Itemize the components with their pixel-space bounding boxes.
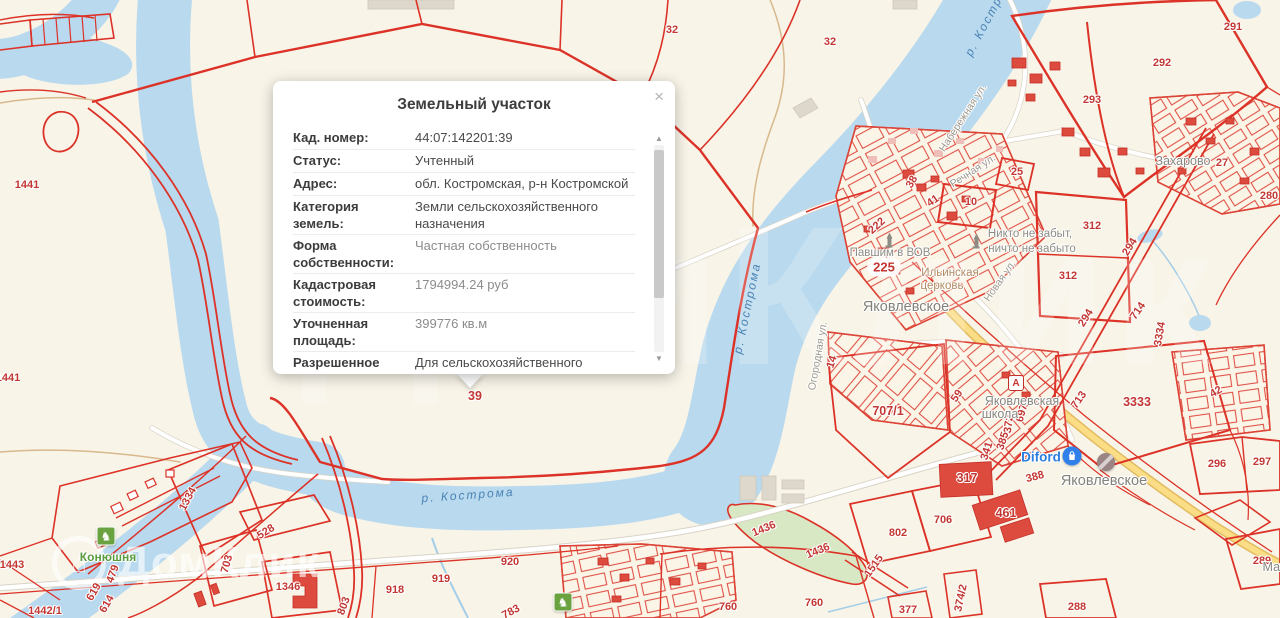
popup-row: Категория земель: Земли сельскохозяйствен…	[293, 196, 635, 235]
scrollbar-track[interactable]	[654, 145, 664, 352]
scroll-up-icon[interactable]: ▲	[653, 133, 665, 144]
field-label: Уточненная площадь:	[293, 316, 369, 348]
field-value: 399776 кв.м	[415, 316, 488, 331]
popup-row: Адрес: обл. Костромская, р-н Костромской	[293, 173, 635, 196]
parcel-info-popup: × Земельный участок Кад. номер: 44:07:142…	[273, 81, 675, 374]
popup-tail	[456, 373, 484, 388]
popup-row: Статус: Учтенный	[293, 150, 635, 173]
cadastral-map-app: ДомКлик ⌂ ДомКлик 3232291292293144114413…	[0, 0, 1280, 618]
popup-row: Форма собственности: Частная собственност…	[293, 235, 635, 274]
popup-row: Разрешенное использование: Для сельскохоз…	[293, 352, 635, 374]
popup-title: Земельный участок	[397, 96, 551, 113]
field-label: Категория земель:	[293, 199, 359, 231]
popup-row: Кадастровая стоимость: 1794994.24 руб	[293, 274, 635, 313]
scroll-down-icon[interactable]: ▼	[653, 353, 665, 364]
field-value: Земли сельскохозяйственного назначения	[415, 199, 598, 231]
field-value: Учтенный	[415, 153, 475, 168]
field-value: 1794994.24 руб	[415, 277, 509, 292]
field-label: Кадастровая стоимость:	[293, 277, 376, 309]
field-label: Разрешенное использование:	[293, 355, 396, 374]
scrollbar-thumb[interactable]	[654, 150, 664, 298]
field-value: Для сельскохозяйственного производства (…	[415, 355, 583, 374]
field-label: Адрес:	[293, 176, 338, 191]
field-value: Частная собственность	[415, 238, 557, 253]
field-label: Кад. номер:	[293, 130, 369, 145]
field-label: Форма собственности:	[293, 238, 395, 270]
popup-scrollbar[interactable]: ▲ ▼	[653, 133, 665, 364]
field-label: Статус:	[293, 153, 342, 168]
field-value: 44:07:142201:39	[415, 130, 513, 145]
popup-row: Кад. номер: 44:07:142201:39	[293, 127, 635, 150]
field-value: обл. Костромская, р-н Костромской	[415, 176, 629, 191]
parcel-attributes-table: Кад. номер: 44:07:142201:39 Статус: Учтенны…	[293, 127, 635, 374]
popup-row: Уточненная площадь: 399776 кв.м	[293, 313, 635, 352]
close-icon[interactable]: ×	[654, 88, 664, 105]
